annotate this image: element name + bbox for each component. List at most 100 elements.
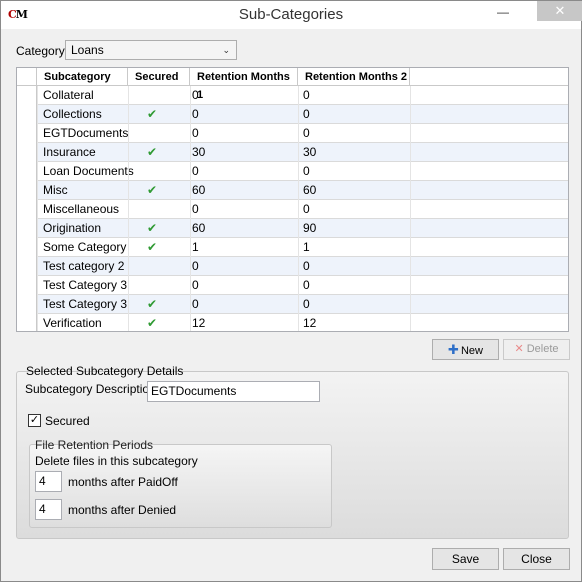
secured-check-icon: ✔ (147, 316, 158, 330)
close-button[interactable]: Close (503, 548, 570, 570)
table-row[interactable]: Misc ✔ 60 60 (17, 181, 568, 200)
cell-retention-1[interactable]: 0 (186, 105, 199, 124)
row-header[interactable] (17, 143, 37, 162)
cell-retention-2[interactable]: 60 (297, 181, 316, 200)
delete-button-label: Delete (526, 343, 559, 355)
cell-subcategory[interactable]: Verification (37, 314, 102, 331)
row-header[interactable] (17, 200, 37, 219)
cell-subcategory[interactable]: Origination (37, 219, 101, 238)
row-header[interactable] (17, 257, 37, 276)
cell-subcategory[interactable]: Collateral (37, 86, 94, 105)
cell-subcategory[interactable]: Test category 2 (37, 257, 124, 276)
secured-check-icon: ✔ (147, 145, 158, 159)
save-button[interactable]: Save (432, 548, 499, 570)
row-header[interactable] (17, 162, 37, 181)
row-header[interactable] (17, 238, 37, 257)
row-header[interactable] (17, 124, 37, 143)
secured-checkbox-label: Secured (45, 414, 90, 428)
table-row[interactable]: Loan Documents 0 0 (17, 162, 568, 181)
cell-retention-2[interactable]: 30 (297, 143, 316, 162)
table-row[interactable]: Some Category ✔ 1 1 (17, 238, 568, 257)
selected-details-label: Selected Subcategory Details (26, 364, 184, 378)
cell-subcategory[interactable]: EGTDocuments (37, 124, 128, 143)
cell-retention-1[interactable]: 60 (186, 219, 205, 238)
table-row[interactable]: Verification ✔ 12 12 (17, 314, 568, 331)
row-header[interactable] (17, 276, 37, 295)
table-row[interactable]: Origination ✔ 60 90 (17, 219, 568, 238)
cell-retention-1[interactable]: 12 (186, 314, 205, 331)
grid-column-divider (410, 86, 411, 331)
subcategory-grid[interactable]: Subcategory Secured Retention Months 1 R… (16, 67, 569, 332)
grid-header: Subcategory Secured Retention Months 1 R… (17, 68, 568, 101)
cell-retention-1[interactable]: 0 (186, 257, 199, 276)
row-header[interactable] (17, 314, 37, 331)
table-row[interactable]: Miscellaneous 0 0 (17, 200, 568, 219)
cell-retention-1[interactable]: 0 (186, 162, 199, 181)
table-row[interactable]: Test Category 3 ✔ 0 0 (17, 295, 568, 314)
cell-subcategory[interactable]: Misc (37, 181, 68, 200)
cell-retention-1[interactable]: 0 (186, 200, 199, 219)
cell-subcategory[interactable]: Insurance (37, 143, 96, 162)
cell-subcategory[interactable]: Miscellaneous (37, 200, 119, 219)
denied-months-input[interactable]: 4 (35, 499, 62, 520)
title-bar: CM Sub-Categories — ✕ (1, 1, 582, 29)
grid-column-divider (190, 86, 191, 331)
secured-check-icon: ✔ (147, 183, 158, 197)
paidoff-months-label: months after PaidOff (68, 475, 178, 489)
plus-icon: ✚ (448, 342, 459, 357)
cell-retention-1[interactable]: 0 (186, 295, 199, 314)
secured-check-icon: ✔ (147, 240, 158, 254)
cell-retention-1[interactable]: 0 (186, 86, 199, 105)
cell-subcategory[interactable]: Some Category (37, 238, 126, 257)
table-row[interactable]: EGTDocuments 0 0 (17, 124, 568, 143)
denied-months-label: months after Denied (68, 503, 177, 517)
new-button-label: New (460, 345, 483, 357)
close-window-button[interactable]: ✕ (537, 1, 582, 21)
row-header[interactable] (17, 219, 37, 238)
new-button[interactable]: ✚ New (432, 339, 499, 360)
cell-subcategory[interactable]: Collections (37, 105, 102, 124)
cell-subcategory[interactable]: Loan Documents (37, 162, 134, 181)
grid-column-divider (128, 86, 129, 331)
cell-retention-1[interactable]: 1 (186, 238, 199, 257)
cell-retention-1[interactable]: 30 (186, 143, 205, 162)
paidoff-months-input[interactable]: 4 (35, 471, 62, 492)
cell-retention-2[interactable]: 90 (297, 219, 316, 238)
row-header[interactable] (17, 181, 37, 200)
cell-retention-2[interactable]: 12 (297, 314, 316, 331)
secured-check-icon: ✔ (147, 297, 158, 311)
description-label: Subcategory Description (25, 382, 156, 396)
row-header[interactable] (17, 295, 37, 314)
column-header-secured[interactable]: Secured (128, 68, 190, 86)
table-row[interactable]: Collections ✔ 0 0 (17, 105, 568, 124)
category-dropdown[interactable]: Loans ⌄ (65, 40, 237, 60)
category-selected-value: Loans (71, 43, 104, 57)
grid-corner (17, 68, 37, 86)
cell-retention-1[interactable]: 60 (186, 181, 205, 200)
chevron-down-icon: ⌄ (222, 45, 230, 55)
cell-retention-1[interactable]: 0 (186, 276, 199, 295)
category-label: Category (16, 44, 65, 58)
column-header-retention-2[interactable]: Retention Months 2 (298, 68, 410, 86)
description-input[interactable]: EGTDocuments (147, 381, 320, 402)
file-retention-sublabel: Delete files in this subcategory (35, 454, 198, 468)
table-row[interactable]: Insurance ✔ 30 30 (17, 143, 568, 162)
table-row[interactable]: Test Category 300 (17, 276, 568, 295)
table-row[interactable]: Collateral 0 0 (17, 86, 568, 105)
file-retention-label: File Retention Periods (35, 438, 154, 452)
cell-subcategory[interactable]: Test Category 3 (37, 295, 127, 314)
grid-column-divider (298, 86, 299, 331)
delete-x-icon: ✕ (514, 343, 524, 355)
delete-button[interactable]: ✕ Delete (503, 339, 570, 360)
column-header-subcategory[interactable]: Subcategory (37, 68, 128, 86)
cell-subcategory[interactable]: Test Category 3 (37, 276, 127, 295)
minimize-icon[interactable]: — (490, 5, 516, 23)
secured-checkbox[interactable]: ✓ (28, 414, 41, 427)
table-row[interactable]: Test category 200 (17, 257, 568, 276)
grid-column-divider (37, 86, 38, 331)
column-header-retention-1[interactable]: Retention Months 1 (190, 68, 298, 101)
row-header[interactable] (17, 105, 37, 124)
row-header[interactable] (17, 86, 37, 105)
cell-retention-1[interactable]: 0 (186, 124, 199, 143)
sub-categories-window: CM Sub-Categories — ✕ Category Loans ⌄ S… (0, 0, 582, 582)
